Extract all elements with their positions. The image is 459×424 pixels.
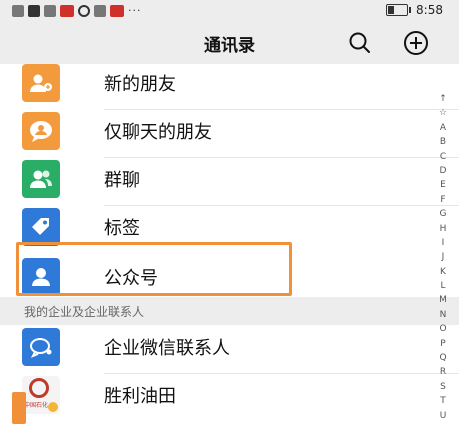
list-item-wecom-contacts[interactable]: 企业微信联系人 xyxy=(0,328,459,374)
chat-face-icon xyxy=(22,112,60,150)
list-item-label: 公众号 xyxy=(104,268,158,289)
app-notification-icon xyxy=(110,4,124,17)
index-letter[interactable]: B xyxy=(440,135,446,149)
index-letter[interactable]: F xyxy=(440,193,445,207)
status-icons: ··· xyxy=(12,4,142,17)
ring-icon xyxy=(78,4,90,17)
group-icon xyxy=(22,160,60,198)
list-item-label: 胜利油田 xyxy=(104,386,176,407)
clock: 8:58 xyxy=(416,3,443,17)
add-friend-icon xyxy=(22,64,60,102)
index-letter[interactable]: C xyxy=(440,150,446,164)
index-letter[interactable]: H xyxy=(440,222,447,236)
divider xyxy=(104,205,459,206)
divider xyxy=(104,373,459,374)
index-letter[interactable]: J xyxy=(442,250,445,264)
index-letter[interactable]: K xyxy=(440,265,446,279)
add-circle-icon xyxy=(404,31,428,55)
list-item-label: 新的朋友 xyxy=(104,74,176,95)
index-letter[interactable]: G xyxy=(440,207,447,221)
index-letter[interactable]: O xyxy=(439,322,446,336)
section-header: 我的企业及企业联系人 xyxy=(0,297,459,325)
app-notification-icon xyxy=(60,4,74,17)
index-letter[interactable]: I xyxy=(442,236,445,250)
index-letter[interactable]: T xyxy=(440,394,446,408)
index-letter[interactable]: M xyxy=(439,293,447,307)
more-notifications: ··· xyxy=(128,4,142,17)
list-item-tags[interactable]: 标签 xyxy=(0,208,459,254)
index-letter[interactable]: D xyxy=(440,164,447,178)
sinopec-logo: 中国石化 xyxy=(22,376,60,414)
status-bar: ··· 8:58 xyxy=(0,0,459,22)
search-button[interactable] xyxy=(345,28,375,58)
list-item-group-chats[interactable]: 群聊 xyxy=(0,160,459,206)
list-item-new-friends[interactable]: 新的朋友 xyxy=(0,64,459,110)
wecom-icon xyxy=(22,328,60,366)
tag-icon xyxy=(22,208,60,246)
index-letter[interactable]: N xyxy=(440,308,447,322)
page-title: 通讯录 xyxy=(204,36,255,56)
list-item-chat-only-friends[interactable]: 仅聊天的朋友 xyxy=(0,112,459,158)
list-item-shengli-oilfield[interactable]: 中国石化 胜利油田 xyxy=(0,376,459,422)
highlight-annotation-marker xyxy=(12,392,26,424)
header: 通讯录 xyxy=(0,22,459,64)
index-letter[interactable]: P xyxy=(440,337,445,351)
message-icon xyxy=(94,4,106,17)
list-item-label: 仅聊天的朋友 xyxy=(104,122,212,143)
battery-icon xyxy=(386,4,412,16)
signal-icon xyxy=(28,4,40,17)
index-letter[interactable]: S xyxy=(440,380,446,394)
alphabet-index-bar[interactable]: ↑ ☆ A B C D E F G H I J K L M N O P Q R S T U xyxy=(434,92,452,423)
index-letter[interactable]: E xyxy=(440,178,446,192)
section-title: 我的企业及企业联系人 xyxy=(24,305,145,319)
index-letter[interactable]: L xyxy=(440,279,445,293)
add-button[interactable] xyxy=(401,28,431,58)
index-letter[interactable]: ☆ xyxy=(439,106,447,120)
index-letter[interactable]: R xyxy=(440,365,446,379)
divider xyxy=(104,109,459,110)
status-right: 8:58 xyxy=(386,3,443,17)
list-item-label: 群聊 xyxy=(104,170,140,191)
index-letter[interactable]: ↑ xyxy=(439,92,447,106)
wifi-icon xyxy=(44,4,56,17)
index-letter[interactable]: U xyxy=(440,409,447,423)
list-item-label: 标签 xyxy=(104,218,140,239)
official-account-icon xyxy=(22,258,60,296)
index-letter[interactable]: Q xyxy=(439,351,446,365)
verified-badge-icon xyxy=(48,402,58,412)
hd-icon xyxy=(12,4,24,17)
divider xyxy=(104,157,459,158)
search-icon xyxy=(349,32,370,53)
index-letter[interactable]: A xyxy=(440,121,446,135)
list-item-official-accounts[interactable]: 公众号 xyxy=(0,252,459,300)
list-item-label: 企业微信联系人 xyxy=(104,338,230,359)
